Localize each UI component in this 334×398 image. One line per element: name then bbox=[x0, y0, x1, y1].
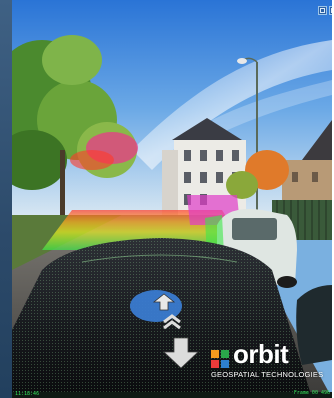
timestamp-readout: 11:18:46 bbox=[15, 391, 40, 397]
street-view-viewport[interactable]: orbit GEOSPATIAL TECHNOLOGIES bbox=[12, 0, 332, 398]
settings-icon[interactable] bbox=[329, 6, 332, 15]
brand-name: orbit bbox=[233, 339, 289, 369]
orbit-logo-mark bbox=[211, 350, 229, 368]
status-strip bbox=[12, 392, 332, 398]
orbit-logo: orbit GEOSPATIAL TECHNOLOGIES bbox=[211, 339, 323, 382]
window-icon[interactable] bbox=[318, 6, 327, 15]
frame-readout: Frame 00 496 bbox=[293, 390, 330, 396]
viewer-app: orbit GEOSPATIAL TECHNOLOGIES 11:18:46 F… bbox=[0, 0, 334, 398]
brand-tagline: GEOSPATIAL TECHNOLOGIES bbox=[211, 370, 324, 379]
